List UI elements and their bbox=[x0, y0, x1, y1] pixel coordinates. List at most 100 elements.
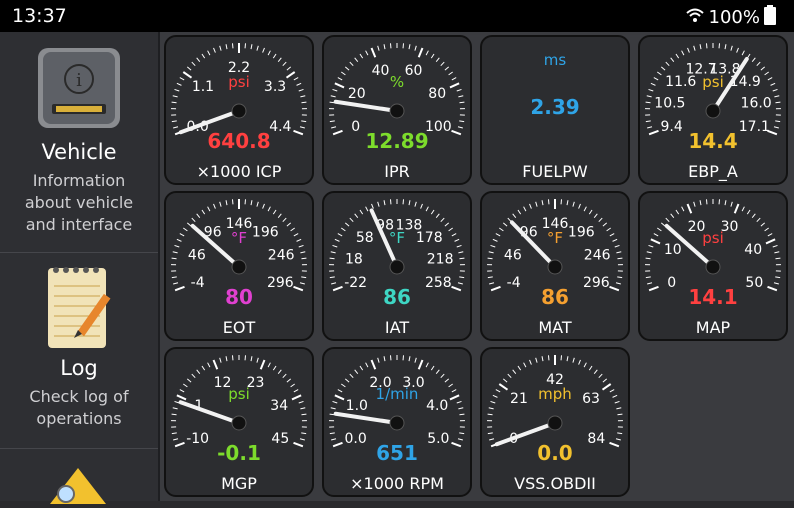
gauge-tick bbox=[513, 214, 516, 218]
gauge-hub bbox=[706, 260, 720, 274]
gauge-tick bbox=[251, 44, 252, 49]
gauge-tick bbox=[283, 374, 286, 378]
gauge-tick bbox=[345, 223, 349, 226]
sidebar-item-log[interactable]: Log Check log of operations bbox=[0, 262, 158, 430]
gauge-tick bbox=[268, 51, 270, 55]
gauge-tick bbox=[445, 223, 449, 226]
gauge-tick bbox=[489, 283, 494, 284]
gauge-tick bbox=[226, 200, 227, 205]
sidebar-item-vehicle[interactable]: i Vehicle Information about vehicle and … bbox=[0, 46, 158, 236]
gauge-tick bbox=[173, 408, 178, 409]
gauge-tick bbox=[426, 207, 428, 211]
sidebar-item-desc-line: and interface bbox=[0, 214, 158, 236]
gauge-tick bbox=[513, 370, 516, 374]
gauge-tick bbox=[742, 207, 744, 211]
gauge-tick bbox=[647, 252, 652, 253]
gauge-card[interactable]: 0.01.12.23.34.4psi640.8×1000 ICP bbox=[164, 35, 314, 185]
gauge-tick bbox=[676, 210, 679, 214]
gauge-unit: ms bbox=[482, 51, 628, 69]
gauge-tick bbox=[530, 204, 532, 209]
gauge-name: ×1000 RPM bbox=[324, 474, 470, 493]
gauge-tick bbox=[594, 214, 597, 218]
gauge-unit: mph bbox=[482, 385, 628, 403]
gauge-tick bbox=[459, 258, 464, 259]
gauge-name: MAP bbox=[640, 318, 786, 337]
gauge-tick bbox=[488, 414, 493, 415]
gauge-card[interactable]: 021426384mph0.0VSS.OBDII bbox=[480, 347, 630, 497]
gauge-tick bbox=[360, 54, 363, 58]
gauge-tick bbox=[300, 283, 305, 284]
gauge-tick bbox=[682, 51, 684, 55]
gauge-hub bbox=[706, 104, 720, 118]
gauge-tick bbox=[774, 252, 779, 253]
gauge-value: 86 bbox=[482, 285, 628, 309]
gauge-value: 640.8 bbox=[166, 129, 312, 153]
gauge-tick bbox=[616, 439, 621, 440]
gauge-tick bbox=[666, 218, 669, 222]
gauge-tick bbox=[725, 200, 726, 205]
gauge-card[interactable]: ms2.39FUELPW bbox=[480, 35, 630, 185]
gauge-tick bbox=[301, 258, 306, 259]
gauge-tick bbox=[192, 218, 195, 222]
gauge-tick bbox=[197, 214, 200, 218]
gauge-tick bbox=[458, 408, 463, 409]
gauge-tick bbox=[594, 370, 597, 374]
gauge-tick bbox=[366, 207, 368, 211]
gauge-tick bbox=[372, 48, 376, 57]
gauge-tick bbox=[355, 214, 358, 218]
gauge-tick bbox=[666, 62, 669, 66]
battery-percent: 100% bbox=[709, 7, 760, 28]
gauge-card[interactable]: -44696146196246296°F86MAT bbox=[480, 191, 630, 341]
gauge-tick bbox=[536, 202, 537, 207]
gauge-tick bbox=[489, 408, 494, 409]
gauge-unit: psi bbox=[640, 73, 786, 91]
gauge-name: EOT bbox=[166, 318, 312, 337]
gauge-card[interactable]: 9.410.511.612.713.814.916.017.1psi14.4EB… bbox=[638, 35, 788, 185]
gauge-tick bbox=[378, 358, 379, 363]
gauge-tick bbox=[263, 48, 265, 53]
gauge-tick bbox=[646, 277, 651, 278]
gauge-tick bbox=[735, 204, 739, 213]
gauge-tick-label: 246 bbox=[584, 247, 611, 263]
gauge-tick bbox=[419, 48, 423, 57]
gauge-tick bbox=[273, 366, 276, 370]
gauge-tick bbox=[518, 210, 521, 214]
gauge-value: 12.89 bbox=[324, 129, 470, 153]
gauge-card[interactable]: 01020304050psi14.1MAP bbox=[638, 191, 788, 341]
gauge-tick bbox=[345, 67, 349, 70]
gauge-tick bbox=[220, 358, 221, 363]
gauge-tick bbox=[278, 370, 281, 374]
gauge-tick bbox=[287, 223, 291, 226]
gauge-tick-label: 18 bbox=[345, 251, 363, 267]
gauge-tick bbox=[616, 283, 621, 284]
sidebar-item-title: Vehicle bbox=[0, 140, 158, 164]
gauge-card[interactable]: -22185898138178218258°F86IAT bbox=[322, 191, 472, 341]
gauge-tick bbox=[273, 54, 276, 58]
gauge-tick bbox=[273, 210, 276, 214]
gauge-tick bbox=[268, 363, 270, 367]
gauge-tick bbox=[752, 214, 755, 218]
gauge-unit: 1/min bbox=[324, 385, 470, 403]
gauge-tick bbox=[214, 204, 216, 209]
gauge-tick bbox=[226, 356, 227, 361]
gauge-tick bbox=[366, 51, 368, 55]
gauge-tick bbox=[172, 258, 177, 259]
gauge-tick bbox=[459, 433, 464, 434]
gauge-card[interactable]: -44696146196246296°F80EOT bbox=[164, 191, 314, 341]
gauge-unit: psi bbox=[166, 385, 312, 403]
sidebar-item-title: Log bbox=[0, 356, 158, 380]
gauge-tick bbox=[616, 408, 621, 409]
gauge-value: 0.0 bbox=[482, 441, 628, 465]
gauge-tick bbox=[775, 102, 780, 103]
gauge-tick bbox=[573, 202, 574, 207]
gauge-needle bbox=[181, 402, 239, 423]
gauge-card[interactable]: 020406080100%12.89IPR bbox=[322, 35, 472, 185]
gauge-tick bbox=[752, 58, 755, 62]
gauge-tick bbox=[187, 223, 191, 226]
gauge-name: MAT bbox=[482, 318, 628, 337]
gauge-hub bbox=[390, 416, 404, 430]
gauge-tick bbox=[436, 370, 439, 374]
gauge-card[interactable]: -10112233445psi-0.1MGP bbox=[164, 347, 314, 497]
gauge-value: 80 bbox=[166, 285, 312, 309]
gauge-card[interactable]: 0.01.02.03.04.05.01/min651×1000 RPM bbox=[322, 347, 472, 497]
